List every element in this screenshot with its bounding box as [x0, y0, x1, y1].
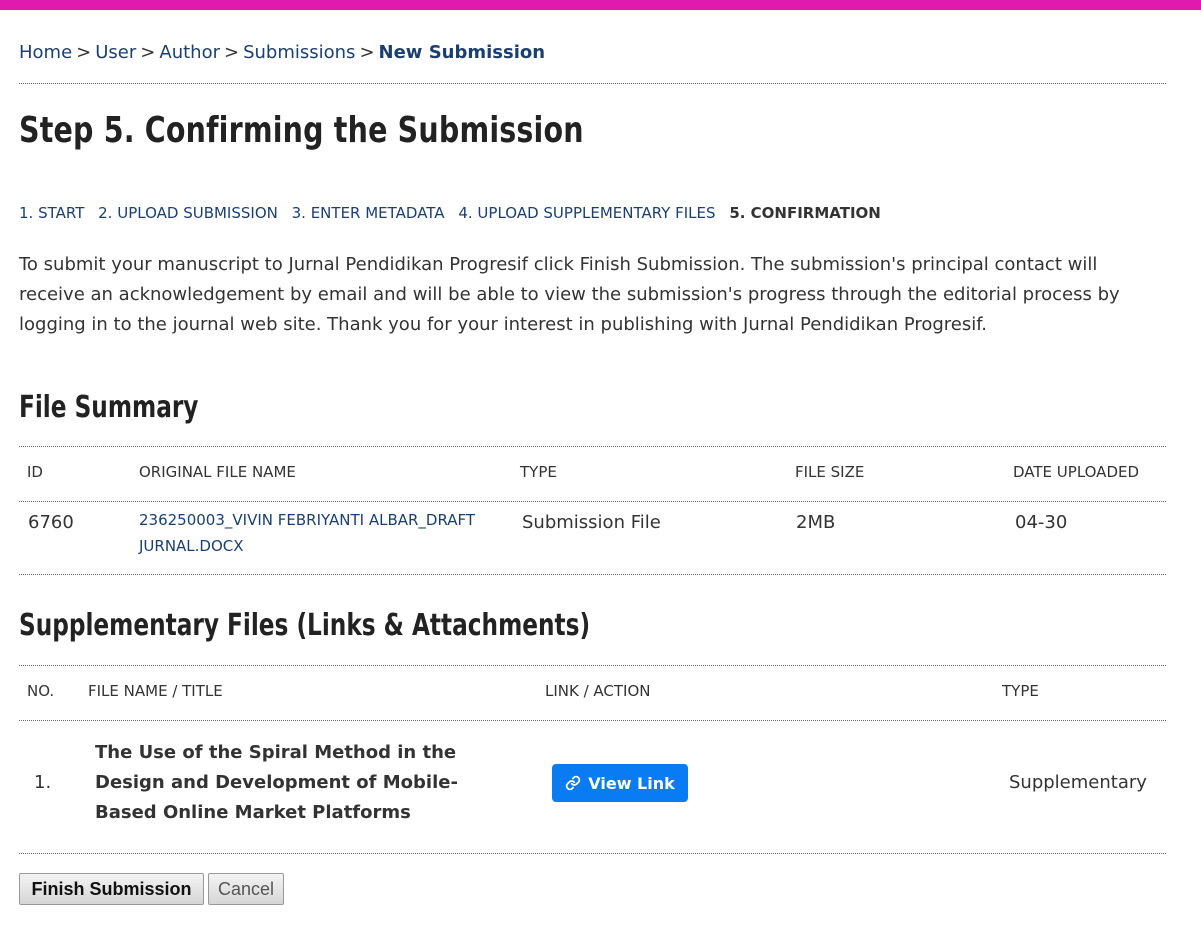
divider — [19, 665, 1166, 666]
step-enter-metadata[interactable]: 3. ENTER METADATA — [292, 204, 445, 222]
file-summary-title: File Summary — [19, 390, 199, 425]
step-start[interactable]: 1. START — [19, 204, 84, 222]
step-upload-supplementary[interactable]: 4. UPLOAD SUPPLEMENTARY FILES — [458, 204, 715, 222]
breadcrumb-author[interactable]: Author — [159, 42, 220, 63]
file-type: Submission File — [522, 512, 661, 533]
file-id: 6760 — [28, 512, 74, 533]
col-header-id: ID — [27, 463, 43, 481]
step-upload-submission[interactable]: 2. UPLOAD SUBMISSION — [98, 204, 278, 222]
breadcrumb-separator: > — [223, 42, 240, 63]
file-name-link[interactable]: 236250003_VIVIN FEBRIYANTI ALBAR_DRAFT J… — [139, 507, 499, 559]
view-link-button[interactable]: View Link — [552, 764, 688, 802]
divider — [19, 720, 1166, 721]
col-header-file-name: ORIGINAL FILE NAME — [139, 463, 296, 481]
col-header-no: NO. — [27, 682, 55, 700]
intro-text: To submit your manuscript to Jurnal Pend… — [19, 254, 1120, 335]
breadcrumb: Home > User > Author > Submissions > New Submiss… — [19, 42, 545, 63]
supp-row-number: 1. — [34, 772, 52, 793]
supplementary-files-title: Supplementary Files (Links & Attachments… — [19, 608, 591, 643]
col-header-type: TYPE — [520, 463, 557, 481]
step-confirmation: 5. CONFIRMATION — [729, 204, 881, 222]
file-size: 2MB — [796, 512, 836, 533]
view-link-label: View Link — [588, 773, 675, 793]
file-date-uploaded: 04-30 — [1015, 512, 1068, 533]
breadcrumb-current[interactable]: New Submission — [379, 42, 546, 63]
finish-submission-button[interactable]: Finish Submission — [19, 873, 204, 905]
top-accent-bar — [0, 0, 1201, 10]
page-title: Step 5. Confirming the Submission — [19, 110, 584, 151]
breadcrumb-separator: > — [76, 42, 92, 63]
divider — [19, 853, 1166, 854]
divider — [19, 501, 1166, 502]
divider — [19, 83, 1166, 84]
col-header-file-size: FILE SIZE — [795, 463, 865, 481]
cancel-button[interactable]: Cancel — [208, 873, 284, 905]
supp-file-type: Supplementary — [1009, 772, 1147, 793]
supp-file-title: The Use of the Spiral Method in the Desi… — [95, 742, 458, 823]
breadcrumb-home[interactable]: Home — [19, 42, 72, 63]
link-icon — [566, 775, 581, 791]
breadcrumb-separator: > — [359, 42, 375, 63]
divider — [19, 574, 1166, 575]
divider — [19, 446, 1166, 447]
breadcrumb-separator: > — [140, 42, 156, 63]
col-header-date-uploaded: DATE UPLOADED — [1013, 463, 1140, 481]
submission-steps: 1. START 2. UPLOAD SUBMISSION 3. ENTER M… — [19, 204, 881, 222]
col-header-link-action: LINK / ACTION — [545, 682, 651, 700]
col-header-type: TYPE — [1002, 682, 1039, 700]
breadcrumb-user[interactable]: User — [95, 42, 136, 63]
col-header-file-title: FILE NAME / TITLE — [88, 682, 223, 700]
breadcrumb-submissions[interactable]: Submissions — [243, 42, 355, 63]
